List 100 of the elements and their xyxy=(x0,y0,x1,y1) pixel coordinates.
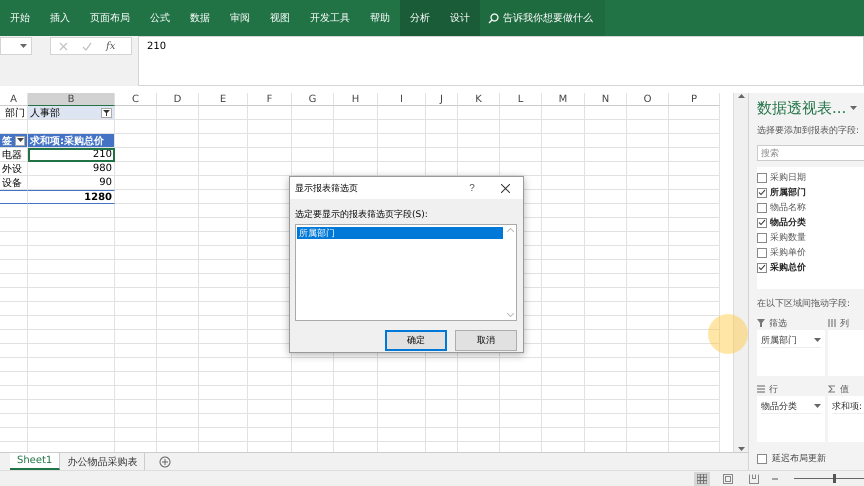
caret-icon xyxy=(20,44,27,48)
checkbox[interactable] xyxy=(757,172,767,182)
check-icon xyxy=(758,264,766,271)
filter-icon xyxy=(103,110,110,116)
filter-button[interactable] xyxy=(101,108,112,118)
filter-icon xyxy=(757,319,765,327)
column-header[interactable]: G xyxy=(292,93,334,106)
column-header[interactable]: H xyxy=(334,93,378,106)
column-header[interactable]: L xyxy=(500,93,542,106)
ribbon-tab[interactable]: 公式 xyxy=(140,0,180,36)
field-item[interactable]: 采购日期 xyxy=(757,171,864,184)
check-icon xyxy=(758,189,766,196)
areas-hint: 在以下区域间拖动字段: xyxy=(757,298,852,310)
drop-area[interactable]: 所属部门 xyxy=(757,330,825,376)
tell-me-search[interactable]: 告诉我你想要做什么 xyxy=(480,0,605,36)
drop-area[interactable]: 物品分类 xyxy=(757,396,825,442)
column-header[interactable]: C xyxy=(115,93,157,106)
search-field[interactable]: 搜索 xyxy=(757,145,864,161)
insert-function-button[interactable]: fx xyxy=(106,40,116,52)
panel-subtitle: 选择要添加到报表的字段: xyxy=(757,124,860,137)
field-item[interactable]: 采购总价 xyxy=(757,261,864,274)
cursor-highlight xyxy=(708,314,748,354)
scroll-down-icon[interactable] xyxy=(506,313,514,317)
table-cell: 电器 xyxy=(0,148,28,162)
caret-icon xyxy=(814,404,821,409)
dropdown-button[interactable] xyxy=(15,136,25,146)
ribbon-tab[interactable]: 视图 xyxy=(260,0,300,36)
field-item[interactable]: 所属部门 xyxy=(757,186,864,199)
ribbon-tab[interactable]: 开始 xyxy=(0,0,40,36)
ok-button[interactable]: 确定 xyxy=(385,330,447,351)
page-layout-button[interactable] xyxy=(720,472,736,486)
column-header[interactable]: K xyxy=(458,93,500,106)
checkbox[interactable] xyxy=(757,454,767,464)
cancel-button[interactable]: 取消 xyxy=(455,330,517,351)
page-break-button[interactable] xyxy=(746,472,762,486)
filter-value: 人事部 xyxy=(30,106,60,120)
ribbon-tab[interactable]: 开发工具 xyxy=(300,0,360,36)
search-icon xyxy=(488,12,499,24)
column-header[interactable]: M xyxy=(542,93,585,106)
ribbon-tab[interactable]: 分析 xyxy=(400,0,440,36)
defer-update-option[interactable]: 延迟布局更新 xyxy=(757,452,864,465)
table-cell: 外设 xyxy=(0,162,28,176)
ribbon-tab[interactable]: 插入 xyxy=(40,0,80,36)
ribbon-tab[interactable]: 页面布局 xyxy=(80,0,140,36)
checkbox[interactable] xyxy=(757,262,767,272)
column-header[interactable]: I xyxy=(378,93,426,106)
field-listbox[interactable]: 所属部门 xyxy=(295,224,517,321)
dialog-title: 显示报表筛选页 xyxy=(295,182,359,194)
column-header[interactable]: A xyxy=(0,93,28,106)
column-header[interactable]: N xyxy=(585,93,627,106)
sigma-icon xyxy=(828,385,836,393)
area-field[interactable]: 所属部门 xyxy=(761,334,821,348)
checkbox[interactable] xyxy=(757,202,767,212)
column-header[interactable]: B xyxy=(28,93,115,106)
field-item[interactable]: 物品名称 xyxy=(757,201,864,214)
help-button[interactable]: ? xyxy=(457,182,487,194)
table-cell: 1280 xyxy=(28,190,115,204)
column-header[interactable]: F xyxy=(248,93,292,106)
formula-input[interactable]: 210 xyxy=(138,36,864,86)
area-label: 行 xyxy=(769,384,778,396)
column-header[interactable]: D xyxy=(157,93,199,106)
column-header[interactable]: P xyxy=(669,93,720,106)
field-item[interactable]: 采购数量 xyxy=(757,231,864,244)
field-item[interactable]: 采购单价 xyxy=(757,246,864,259)
table-cell: 210 xyxy=(28,148,115,162)
ribbon-tab[interactable]: 数据 xyxy=(180,0,220,36)
grid-icon xyxy=(697,474,707,484)
dialog-prompt: 选定要显示的报表筛选页字段(S): xyxy=(295,208,429,221)
ribbon-tab[interactable]: 设计 xyxy=(440,0,480,36)
sheet-tab[interactable]: Sheet1 xyxy=(10,453,60,470)
checkbox[interactable] xyxy=(757,218,767,228)
checkbox[interactable] xyxy=(757,248,767,258)
table-cell: 90 xyxy=(28,176,115,190)
area-field[interactable]: 物品分类 xyxy=(761,400,821,414)
checkbox[interactable] xyxy=(757,188,767,198)
table-header: 求和项:采购总价 xyxy=(28,134,115,148)
ribbon-tab[interactable]: 帮助 xyxy=(360,0,400,36)
area-label: 值 xyxy=(840,384,849,396)
ribbon-tab[interactable]: 审阅 xyxy=(220,0,260,36)
enter-icon[interactable] xyxy=(82,42,92,50)
drop-area[interactable]: 求和项: xyxy=(828,396,864,442)
cancel-icon[interactable] xyxy=(59,42,68,50)
name-box[interactable] xyxy=(0,37,32,55)
normal-view-button[interactable] xyxy=(694,472,710,486)
caret-icon xyxy=(16,138,24,143)
checkbox[interactable] xyxy=(757,232,767,242)
area-field[interactable]: 求和项: xyxy=(832,400,864,414)
check-icon xyxy=(758,219,766,226)
column-header[interactable]: J xyxy=(426,93,458,106)
column-header[interactable]: O xyxy=(627,93,669,106)
list-item[interactable]: 所属部门 xyxy=(297,227,503,239)
column-header[interactable]: E xyxy=(199,93,248,106)
table-cell: 设备 xyxy=(0,176,28,190)
scroll-up-icon[interactable] xyxy=(738,93,744,98)
vertical-scrollbar[interactable] xyxy=(733,93,748,452)
table-cell: 980 xyxy=(28,162,115,176)
page-icon xyxy=(723,474,733,484)
field-item[interactable]: 物品分类 xyxy=(757,216,864,229)
rows-icon xyxy=(757,385,765,393)
page-break-icon xyxy=(749,474,759,484)
